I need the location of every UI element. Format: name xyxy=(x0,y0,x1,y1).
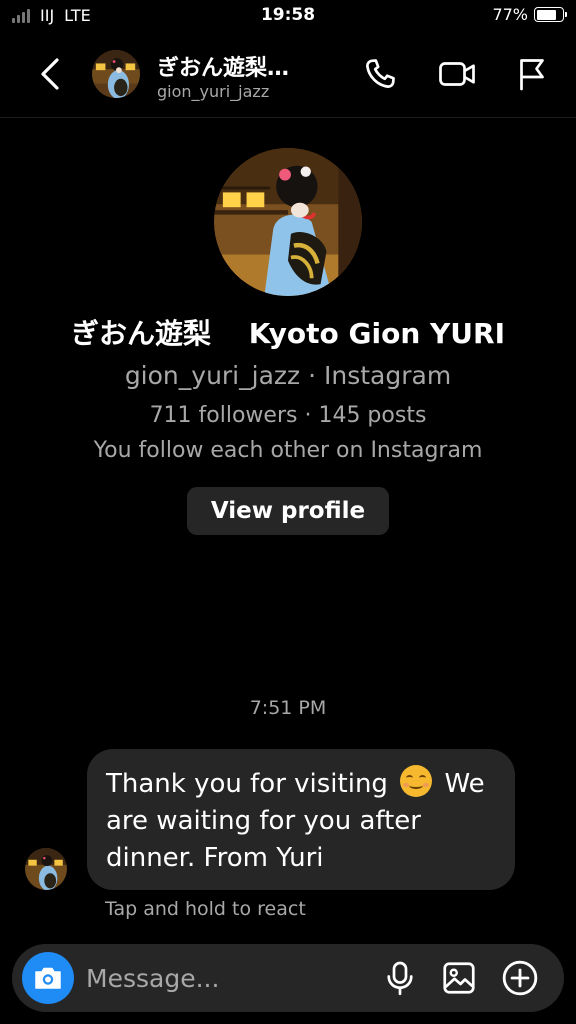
profile-stats: 711 followers · 145 posts xyxy=(149,403,427,428)
clock: 19:58 xyxy=(260,5,316,25)
view-profile-button[interactable]: View profile xyxy=(187,487,389,535)
voice-message-button[interactable] xyxy=(380,958,420,998)
avatar-image xyxy=(25,848,67,890)
message-bubble[interactable]: Thank you for visiting We are waiting fo… xyxy=(87,749,515,890)
report-button[interactable] xyxy=(512,54,552,94)
gallery-button[interactable] xyxy=(439,958,479,998)
video-call-button[interactable] xyxy=(437,54,477,94)
mutual-follow-note: You follow each other on Instagram xyxy=(93,438,483,463)
camera-icon xyxy=(35,967,61,989)
profile-username: gion_yuri_jazz · Instagram xyxy=(124,361,452,390)
plus-circle-icon xyxy=(502,960,538,996)
header-avatar[interactable] xyxy=(92,50,140,98)
avatar-image xyxy=(92,50,140,98)
back-chevron-icon xyxy=(41,58,59,90)
header-username[interactable]: gion_yuri_jazz xyxy=(157,82,269,101)
back-button[interactable] xyxy=(30,52,70,96)
gallery-icon xyxy=(443,962,475,994)
status-right: 77% xyxy=(492,5,567,24)
camera-button[interactable] xyxy=(22,952,74,1004)
flag-icon xyxy=(520,59,544,91)
profile-name: ぎおん遊梨 Kyoto Gion YURI xyxy=(70,317,505,350)
sender-avatar[interactable] xyxy=(25,848,67,890)
more-options-button[interactable] xyxy=(500,958,540,998)
battery-percentage: 77% xyxy=(492,5,528,24)
react-hint: Tap and hold to react xyxy=(105,898,306,920)
video-camera-icon xyxy=(439,62,475,86)
profile-avatar[interactable] xyxy=(214,148,362,296)
battery-level xyxy=(536,9,556,20)
message-input[interactable] xyxy=(86,958,366,998)
phone-icon xyxy=(366,59,395,88)
header-display-name[interactable]: ぎおん遊梨… xyxy=(157,50,289,82)
message-text-part1: Thank you for visiting xyxy=(106,769,397,799)
message-composer xyxy=(12,944,564,1012)
voice-call-button[interactable] xyxy=(360,54,400,94)
chat-header: ぎおん遊梨… gion_yuri_jazz xyxy=(0,34,576,118)
status-bar: IIJ LTE 19:58 77% xyxy=(0,0,576,34)
microphone-icon xyxy=(387,961,413,996)
profile-photo xyxy=(214,148,362,296)
battery-icon xyxy=(534,7,567,22)
message-timestamp: 7:51 PM xyxy=(249,697,327,719)
smiling-face-emoji-icon xyxy=(400,765,433,797)
